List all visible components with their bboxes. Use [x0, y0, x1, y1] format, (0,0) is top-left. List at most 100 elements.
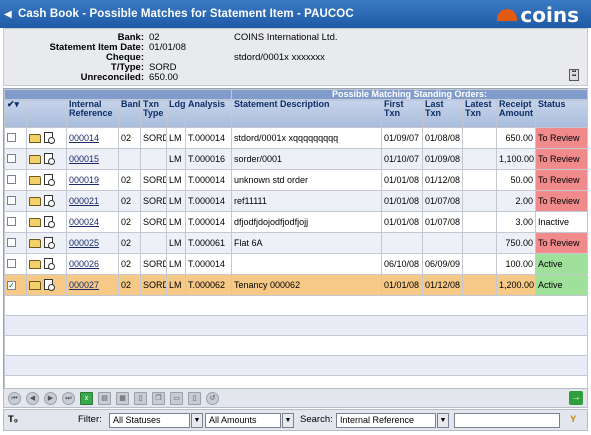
col-header-analysis[interactable]: Analysis [184, 99, 233, 128]
col-header-last[interactable]: Last Txn [422, 99, 464, 128]
bank-cell: 02 [118, 253, 141, 275]
next-page-icon[interactable]: ▶ [44, 391, 57, 405]
table-row[interactable]: 000019 02 SORD LM T.000014 unknown std order 0… [4, 169, 589, 191]
open-folder-icon[interactable] [29, 217, 41, 227]
table-row[interactable]: 000015 LM T.000016 sorder/0001 01/10/07 01/09… [4, 148, 589, 170]
col-header-txn[interactable]: Txn Type [140, 99, 167, 128]
status-cell: To Review [535, 127, 589, 149]
ref-cell[interactable]: 000026 [66, 253, 119, 275]
col-header-latest[interactable]: Latest Txn [462, 99, 498, 128]
row-checkbox[interactable] [4, 190, 27, 212]
analysis-cell: T.000061 [184, 232, 233, 254]
ldg-cell: LM [166, 169, 186, 191]
select-all-icon[interactable]: ✔▾ [4, 99, 27, 128]
row-actions[interactable] [26, 274, 67, 296]
excel-export-icon[interactable]: x [80, 391, 93, 405]
view-document-icon[interactable]: ▯ [188, 391, 201, 405]
last-page-icon[interactable]: ⏭ [62, 391, 75, 405]
row-checkbox[interactable]: ✓ [4, 274, 27, 296]
col-header-desc[interactable]: Statement Description [231, 99, 383, 128]
row-actions[interactable] [26, 127, 67, 149]
coins-logo: coins [497, 3, 579, 27]
chevron-down-icon[interactable]: ▼ [191, 413, 203, 428]
undo-icon[interactable]: ↺ [206, 391, 219, 405]
view-document-icon[interactable] [44, 131, 55, 144]
open-folder-icon[interactable] [29, 280, 41, 290]
grid-toolbar: ⏮ ◀ ▶ ⏭ x ▤ ▦ ▯ ❐ ▭ ▯ ↺ → [3, 388, 588, 408]
chevron-down-icon[interactable]: ▼ [437, 413, 449, 428]
status-filter-select[interactable]: All Statuses [109, 413, 190, 428]
table-row[interactable]: 000021 02 SORD LM T.000014 ref11111 01/01/08 01… [4, 190, 589, 212]
table-row[interactable]: 000025 02 LM T.000061 Flat 6A 750.00 To Review [4, 232, 589, 254]
row-actions[interactable] [26, 169, 67, 191]
view-document-icon[interactable] [44, 173, 55, 186]
print-icon[interactable]: ▤ [98, 391, 111, 405]
calculator-icon[interactable]: ▦ [116, 391, 129, 405]
receipt-cell: 2.00 [496, 190, 537, 212]
copy-icon[interactable]: ❐ [152, 391, 165, 405]
row-actions[interactable] [26, 148, 67, 170]
funnel-filter-icon[interactable]: Y [570, 414, 576, 425]
view-document-icon[interactable] [44, 194, 55, 207]
desc-cell: dfjodfjdojodfjodfjojj [231, 211, 383, 233]
receipt-cell: 650.00 [496, 127, 537, 149]
amount-filter-select[interactable]: All Amounts [205, 413, 281, 428]
col-header-status[interactable]: Status [535, 99, 589, 128]
calculator-icon[interactable]: ▪▪ ▪▪ [569, 69, 579, 81]
col-header-first[interactable]: First Txn [381, 99, 424, 128]
statement-info-panel: Bank: 02 COINS International Ltd. Statem… [3, 28, 588, 86]
status-cell: To Review [535, 232, 589, 254]
row-checkbox[interactable] [4, 232, 27, 254]
col-header-bank[interactable]: Bank [118, 99, 141, 128]
txn-cell [140, 232, 167, 254]
row-actions[interactable] [26, 190, 67, 212]
table-row[interactable]: 000014 02 SORD LM T.000014 stdord/0001x xqqqq… [4, 127, 589, 149]
row-actions[interactable] [26, 232, 67, 254]
row-actions[interactable] [26, 211, 67, 233]
view-document-icon[interactable] [44, 236, 55, 249]
row-checkbox[interactable] [4, 211, 27, 233]
table-row[interactable]: 000026 02 SORD LM T.000014 06/10/08 06/09/09 10… [4, 253, 589, 275]
bank-cell: 02 [118, 274, 141, 296]
search-input[interactable] [454, 413, 560, 428]
new-document-icon[interactable]: ▯ [134, 391, 147, 405]
ref-cell[interactable]: 000025 [66, 232, 119, 254]
toggle-filter-icon[interactable]: T₀ [8, 414, 18, 425]
ref-cell[interactable]: 000019 [66, 169, 119, 191]
ref-cell[interactable]: 000014 [66, 127, 119, 149]
search-field-select[interactable]: Internal Reference [336, 413, 436, 428]
ref-cell[interactable]: 000021 [66, 190, 119, 212]
ref-cell[interactable]: 000027 [66, 274, 119, 296]
row-checkbox[interactable] [4, 148, 27, 170]
open-folder-icon[interactable] [29, 133, 41, 143]
row-actions[interactable] [26, 253, 67, 275]
view-document-icon[interactable] [44, 152, 55, 165]
col-header-ref[interactable]: Internal Reference [66, 99, 119, 128]
table-row[interactable]: ✓ 000027 02 SORD LM T.000062 Tenancy 000062 01/… [4, 274, 589, 296]
grid-caption: Possible Matching Standing Orders: [231, 89, 589, 100]
row-checkbox[interactable] [4, 169, 27, 191]
table-row[interactable]: 000024 02 SORD LM T.000014 dfjodfjdojodfjodfj… [4, 211, 589, 233]
col-header-receipt[interactable]: Receipt Amount [496, 99, 537, 128]
open-folder-icon[interactable] [29, 259, 41, 269]
view-document-icon[interactable] [44, 278, 55, 291]
ref-cell[interactable]: 000024 [66, 211, 119, 233]
ref-cell[interactable]: 000015 [66, 148, 119, 170]
open-folder-icon[interactable] [29, 175, 41, 185]
proceed-arrow-icon[interactable]: → [569, 391, 583, 405]
open-folder-icon[interactable] [29, 196, 41, 206]
chevron-down-icon[interactable]: ▼ [282, 413, 294, 428]
view-document-icon[interactable] [44, 215, 55, 228]
back-arrow-icon[interactable]: ◀ [4, 9, 18, 20]
first-page-icon[interactable]: ⏮ [8, 391, 21, 405]
col-header-ldg[interactable]: Ldg [166, 99, 186, 128]
row-checkbox[interactable] [4, 253, 27, 275]
view-document-icon[interactable] [44, 257, 55, 270]
last-cell: 01/07/08 [422, 211, 464, 233]
open-folder-icon[interactable]: ▭ [170, 391, 183, 405]
ldg-cell: LM [166, 274, 186, 296]
open-folder-icon[interactable] [29, 154, 41, 164]
open-folder-icon[interactable] [29, 238, 41, 248]
prev-page-icon[interactable]: ◀ [26, 391, 39, 405]
row-checkbox[interactable] [4, 127, 27, 149]
